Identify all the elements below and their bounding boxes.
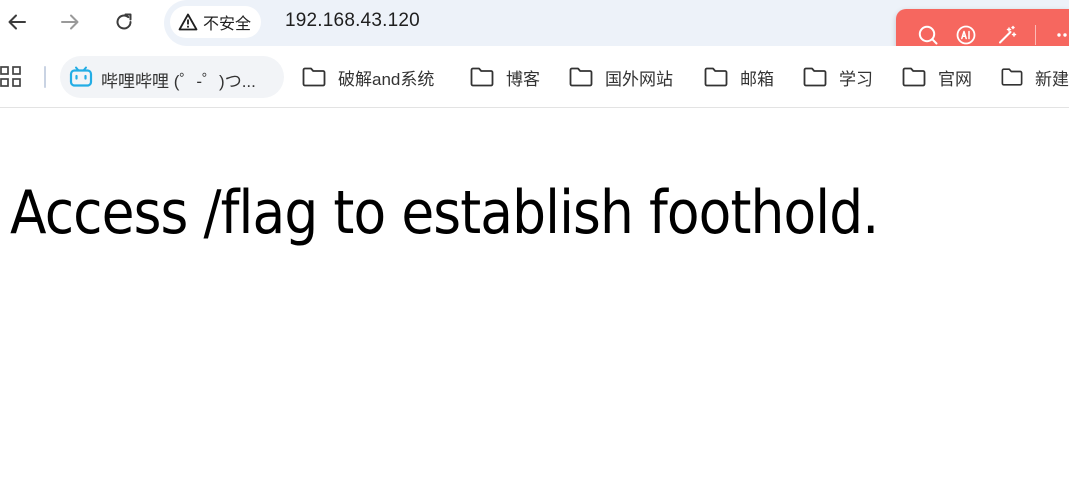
reload-icon [116,13,132,30]
magic-wand-icon[interactable] [995,23,1019,47]
bookmark-bilibili[interactable]: 哔哩哔哩 (゜-゜)つ... [60,56,284,98]
security-label: 不安全 [203,16,252,33]
folder-icon [302,67,326,87]
toolbar-divider [1035,25,1036,45]
ai-icon[interactable] [954,23,978,47]
bookmark-label: 学习 [839,69,873,89]
arrow-left-icon [8,14,26,30]
bookmark-folder-new[interactable]: 新建 [1001,56,1069,98]
bookmark-folder-blog[interactable]: 博客 [470,56,540,98]
folder-icon [470,67,494,87]
security-indicator[interactable]: 不安全 [170,6,262,38]
bookmark-folder-official[interactable]: 官网 [902,56,972,98]
page-headline: Access /flag to establish foothold. [10,178,879,248]
bookmark-folder-crack-system[interactable]: 破解and系统 [302,56,434,98]
bookmark-label: 官网 [938,69,972,89]
bookmark-label: 邮箱 [740,69,774,89]
address-bar-row: 不安全 192.168.43.120 [0,0,1069,61]
bookmark-label: 哔哩哔哩 (゜-゜)つ... [101,72,256,91]
folder-icon [569,67,593,87]
search-icon[interactable] [916,23,940,47]
bookmark-label: 国外网站 [605,69,673,89]
bookmark-label: 博客 [506,69,540,89]
page-content: Access /flag to establish foothold. [0,108,1069,493]
bookmarks-bar: 哔哩哔哩 (゜-゜)つ... 破解and系统 博客 国外网站 邮箱 学习 官网 … [0,46,1069,108]
apps-grid-icon[interactable] [0,66,22,88]
reload-button[interactable] [110,8,138,36]
bookmarks-divider [44,66,46,88]
forward-button[interactable] [56,8,84,36]
folder-icon [803,67,827,87]
browser-window: 不安全 192.168.43.120 哔哩哔哩 (゜-゜)つ... 破解and系… [0,0,1069,493]
bookmark-label: 破解and系统 [338,69,435,89]
warning-triangle-icon [178,13,198,31]
url-text[interactable]: 192.168.43.120 [285,10,420,32]
back-button[interactable] [3,8,31,36]
folder-icon [1001,68,1023,86]
bookmark-folder-mail[interactable]: 邮箱 [704,56,774,98]
arrow-right-icon [61,14,79,30]
more-icon[interactable] [1051,23,1069,47]
bookmark-label: 新建 [1035,69,1069,89]
bilibili-icon [69,66,93,87]
folder-icon [704,67,728,87]
bookmark-folder-foreign-sites[interactable]: 国外网站 [569,56,673,98]
bookmark-folder-study[interactable]: 学习 [803,56,873,98]
folder-icon [902,67,926,87]
